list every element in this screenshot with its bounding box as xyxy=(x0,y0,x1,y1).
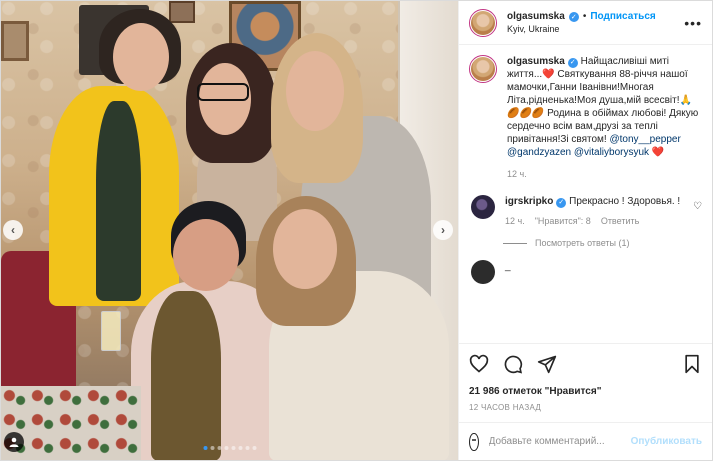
glasses xyxy=(197,83,249,101)
reply-button[interactable]: Ответить xyxy=(601,216,639,226)
person-man-face xyxy=(113,23,169,91)
comment-item-partial: _ xyxy=(469,260,702,284)
champagne-glass xyxy=(101,311,121,351)
caption-time[interactable]: 12 ч. xyxy=(507,169,702,179)
comment-likes[interactable]: "Нравится": 8 xyxy=(535,216,591,226)
heart-icon[interactable] xyxy=(469,354,489,374)
caption-username[interactable]: olgasumska xyxy=(507,56,565,67)
bookmark-icon[interactable] xyxy=(682,354,702,374)
view-replies-label: Посмотреть ответы (1) xyxy=(535,238,630,248)
mention-link[interactable]: @vitaliyborysyuk xyxy=(574,147,649,158)
verified-badge-icon: ✓ xyxy=(568,11,579,22)
chevron-left-icon: ‹ xyxy=(11,223,15,237)
chevron-right-icon: › xyxy=(441,223,445,237)
caption-message: Найщасливіші миті життя...❤️ Святкування… xyxy=(507,56,699,145)
location-link[interactable]: Kyiv, Ukraine xyxy=(507,24,656,34)
comment-avatar[interactable] xyxy=(471,195,495,219)
mention-link[interactable]: @tony__pepper xyxy=(609,134,680,145)
carousel-dot xyxy=(252,446,256,450)
comment-input[interactable] xyxy=(488,436,621,447)
comment-icon[interactable] xyxy=(503,354,523,374)
post-side-panel: olgasumska ✓ • Подписаться Kyiv, Ukraine… xyxy=(458,1,712,460)
verified-badge-icon: ✓ xyxy=(567,57,578,68)
person-man-shirt xyxy=(96,101,141,301)
post-container: ‹ › olgasumska ✓ • Подписаться Kyiv, Ukr… xyxy=(0,0,713,461)
comments-section[interactable]: olgasumska ✓ Найщасливіші миті життя...❤️… xyxy=(459,45,712,343)
comment-avatar[interactable] xyxy=(471,260,495,284)
caption-text: olgasumska ✓ Найщасливіші миті життя...❤️… xyxy=(507,55,702,159)
carousel-indicator xyxy=(203,446,256,450)
post-timestamp[interactable]: 12 ЧАСОВ НАЗАД xyxy=(469,403,702,412)
comment-message: Прекрасно ! Здоровья. ! xyxy=(566,196,681,207)
mention-link[interactable]: @gandzyazen xyxy=(507,147,571,158)
user-tag-button[interactable] xyxy=(4,432,24,452)
comment-text: _ xyxy=(505,261,511,272)
verified-badge-icon: ✓ xyxy=(556,197,567,208)
carousel-dot xyxy=(210,446,214,450)
caption-tail: ❤️ xyxy=(649,147,665,158)
person-sweater-face xyxy=(273,209,337,289)
carousel-dot xyxy=(224,446,228,450)
follow-button[interactable]: Подписаться xyxy=(590,11,655,22)
add-comment-bar: Опубликовать xyxy=(459,422,712,460)
carousel-next-button[interactable]: › xyxy=(433,220,453,240)
carousel-dot xyxy=(217,446,221,450)
person-blonde-face xyxy=(286,51,344,131)
caption: olgasumska ✓ Найщасливіші миті життя...❤️… xyxy=(469,55,702,179)
separator-dot: • xyxy=(582,11,587,22)
post-photo[interactable]: ‹ › xyxy=(1,1,458,460)
post-header: olgasumska ✓ • Подписаться Kyiv, Ukraine… xyxy=(459,1,712,45)
carousel-dot xyxy=(245,446,249,450)
comment-item: igrskripko ✓ Прекрасно ! Здоровья. ! 12 ч… xyxy=(469,195,702,226)
table-with-food xyxy=(1,386,141,460)
carousel-prev-button[interactable]: ‹ xyxy=(3,220,23,240)
carousel-dot xyxy=(238,446,242,450)
person-elder-face xyxy=(173,219,239,291)
avatar[interactable] xyxy=(469,8,497,37)
comment-username[interactable]: igrskripko xyxy=(505,196,553,207)
comment-time[interactable]: 12 ч. xyxy=(505,216,525,226)
header-username[interactable]: olgasumska xyxy=(507,11,565,22)
carousel-dot xyxy=(203,446,207,450)
caption-avatar[interactable] xyxy=(469,55,497,83)
emoji-icon[interactable] xyxy=(469,432,479,451)
carousel-dot xyxy=(231,446,235,450)
view-replies-button[interactable]: Посмотреть ответы (1) xyxy=(503,238,702,248)
person-elder-scarf xyxy=(151,291,221,460)
comment-like-heart-icon[interactable]: ♡ xyxy=(693,201,702,212)
more-options-icon[interactable]: ••• xyxy=(684,15,702,31)
likes-count[interactable]: 21 986 отметок "Нравится" xyxy=(469,386,702,397)
replies-divider xyxy=(503,242,527,244)
post-actions: 21 986 отметок "Нравится" 12 ЧАСОВ НАЗАД xyxy=(459,343,712,412)
user-tag-icon xyxy=(9,437,19,447)
post-comment-button[interactable]: Опубликовать xyxy=(631,436,702,447)
wall-frame xyxy=(1,21,29,61)
wall-frame-small xyxy=(169,1,195,23)
share-icon[interactable] xyxy=(537,354,557,374)
comment-text: igrskripko ✓ Прекрасно ! Здоровья. ! xyxy=(505,195,696,208)
